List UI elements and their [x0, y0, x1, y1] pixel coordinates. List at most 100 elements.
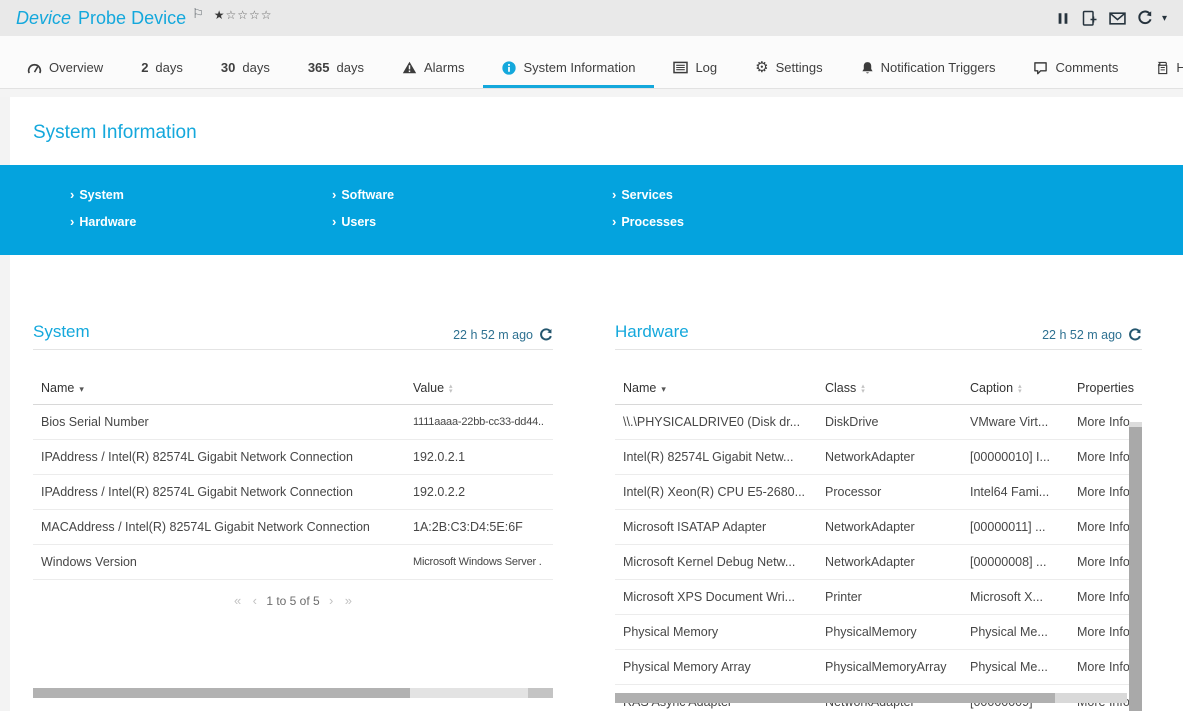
quicklink-processes[interactable]: › Processes	[612, 214, 684, 229]
row-caption: [00000008] ...	[962, 544, 1069, 580]
row-caption: Physical Me...	[962, 614, 1069, 650]
row-name: Physical Memory Array	[615, 649, 817, 685]
tab-history[interactable]: History	[1137, 51, 1183, 88]
system-column-value[interactable]: Value ▴ ▾	[405, 381, 553, 405]
hardware-column-class[interactable]: Class ▴ ▾	[817, 381, 962, 405]
tab-overview[interactable]: Overview	[8, 51, 122, 88]
tab-notification-triggers[interactable]: Notification Triggers	[842, 51, 1015, 88]
hardware-column-name[interactable]: Name ▾	[615, 381, 817, 405]
star-filled-icon[interactable]: ★	[214, 8, 226, 22]
sort-desc-icon: ▾	[661, 384, 666, 394]
quicklink-software[interactable]: › Software	[332, 187, 612, 202]
row-class: NetworkAdapter	[817, 439, 962, 475]
quicklink-system[interactable]: › System	[70, 187, 332, 202]
row-class: NetworkAdapter	[817, 509, 962, 545]
row-caption: VMware Virt...	[962, 404, 1069, 440]
hardware-table: Name ▾ Class ▴ ▾ Caption ▴ ▾ Properties \\.\P…	[615, 381, 1142, 711]
tab-label: History	[1176, 60, 1183, 75]
table-row: Microsoft XPS Document Wri... Printer Mi…	[615, 579, 1142, 615]
system-column-name[interactable]: Name ▾	[33, 381, 405, 405]
row-class: Printer	[817, 579, 962, 615]
tab-label-number: 30	[220, 60, 236, 75]
info-icon	[502, 60, 517, 75]
email-icon[interactable]	[1109, 11, 1126, 26]
tab-alarms[interactable]: Alarms	[383, 51, 483, 88]
tab-settings[interactable]: ⚙ Settings	[736, 51, 841, 88]
row-value: 1111aaaa-22bb-cc33-dd44..	[405, 404, 553, 440]
row-name: IPAddress / Intel(R) 82574L Gigabit Netw…	[33, 439, 405, 475]
bell-icon	[861, 61, 874, 75]
chevron-right-icon: ›	[612, 214, 617, 229]
tab-comments[interactable]: Comments	[1014, 51, 1137, 88]
scrollbar-thumb[interactable]	[615, 693, 1055, 703]
refresh-icon[interactable]	[1137, 10, 1153, 26]
gauge-icon	[27, 61, 42, 74]
scrollbar-corner	[528, 688, 553, 698]
log-icon	[673, 61, 689, 74]
hardware-updated-ago: 22 h 52 m ago	[1042, 328, 1122, 342]
first-page-button[interactable]: «	[230, 593, 245, 608]
row-class: Processor	[817, 474, 962, 510]
pause-icon[interactable]	[1056, 11, 1070, 26]
topbar: Device Probe Device ⚐ ★☆☆☆☆ ▾	[0, 0, 1183, 36]
flag-icon[interactable]: ⚐	[192, 6, 204, 22]
hardware-column-properties[interactable]: Properties	[1069, 381, 1142, 405]
row-caption: Physical Me...	[962, 649, 1069, 685]
row-name: \\.\PHYSICALDRIVE0 (Disk dr...	[615, 404, 817, 440]
system-updated-ago: 22 h 52 m ago	[453, 328, 533, 342]
hardware-vertical-scrollbar[interactable]	[1129, 422, 1142, 711]
tab-label: Log	[695, 60, 718, 75]
quicklinks-band: › System › Hardware › Software › Users › Serv…	[0, 165, 1183, 255]
tabbar-lower-strip	[0, 89, 1183, 97]
add-report-icon[interactable]	[1081, 10, 1098, 27]
system-panel: System 22 h 52 m ago Name ▾ Value ▴ ▾ Bi…	[33, 322, 553, 711]
last-page-button[interactable]: »	[341, 593, 356, 608]
quicklink-hardware[interactable]: › Hardware	[70, 214, 332, 229]
tab-system-information[interactable]: System Information	[483, 51, 655, 88]
row-caption: Intel64 Fami...	[962, 474, 1069, 510]
table-row: Intel(R) 82574L Gigabit Netw... NetworkA…	[615, 439, 1142, 475]
tab-365-days[interactable]: 365 days	[289, 51, 383, 88]
scrollbar-thumb[interactable]	[33, 688, 410, 698]
chevron-down-icon[interactable]: ▾	[1162, 13, 1167, 24]
table-row: MACAddress / Intel(R) 82574L Gigabit Net…	[33, 509, 553, 545]
row-name: Microsoft ISATAP Adapter	[615, 509, 817, 545]
hardware-horizontal-scrollbar[interactable]	[615, 693, 1127, 703]
tab-label: System Information	[523, 60, 636, 75]
row-name: Bios Serial Number	[33, 404, 405, 440]
priority-stars[interactable]: ★☆☆☆☆	[214, 8, 273, 22]
refresh-icon[interactable]	[1128, 328, 1142, 342]
chevron-right-icon: ›	[70, 214, 75, 229]
hardware-panel: Hardware 22 h 52 m ago Name ▾ Class ▴ ▾ Cap…	[615, 322, 1142, 711]
sort-both-icon: ▴ ▾	[1018, 382, 1022, 395]
table-row: Microsoft ISATAP Adapter NetworkAdapter …	[615, 509, 1142, 545]
row-value: Microsoft Windows Server .	[405, 544, 553, 580]
chevron-right-icon: ›	[612, 187, 617, 202]
row-class: PhysicalMemoryArray	[817, 649, 962, 685]
table-row: Physical Memory PhysicalMemory Physical …	[615, 614, 1142, 650]
quicklink-services[interactable]: › Services	[612, 187, 684, 202]
star-empty-icons[interactable]: ☆☆☆☆	[226, 8, 273, 22]
prev-page-button[interactable]: ‹	[249, 593, 261, 608]
tab-label: days	[336, 60, 364, 75]
row-value: 192.0.2.1	[405, 439, 553, 475]
system-horizontal-scrollbar[interactable]	[33, 688, 553, 698]
hardware-column-caption[interactable]: Caption ▴ ▾	[962, 381, 1069, 405]
scrollbar-thumb[interactable]	[1129, 427, 1142, 711]
device-title: Device Probe Device	[16, 8, 186, 29]
tab-label: Comments	[1055, 60, 1119, 75]
main-panel: System Information › System › Hardware › So…	[0, 97, 1183, 711]
row-class: PhysicalMemory	[817, 614, 962, 650]
history-icon	[1156, 61, 1169, 75]
tab-label: Alarms	[424, 60, 465, 75]
next-page-button[interactable]: ›	[325, 593, 337, 608]
tab-log[interactable]: Log	[654, 51, 736, 88]
tab-label: Notification Triggers	[880, 60, 996, 75]
tab-30-days[interactable]: 30 days	[202, 51, 289, 88]
quicklink-users[interactable]: › Users	[332, 214, 612, 229]
tab-2-days[interactable]: 2 days	[122, 51, 202, 88]
tab-label-number: 365	[307, 60, 330, 75]
tab-bar: Overview 2 days 30 days 365 days Alarms …	[0, 36, 1183, 97]
refresh-icon[interactable]	[539, 328, 553, 342]
table-row: Physical Memory Array PhysicalMemoryArra…	[615, 649, 1142, 685]
